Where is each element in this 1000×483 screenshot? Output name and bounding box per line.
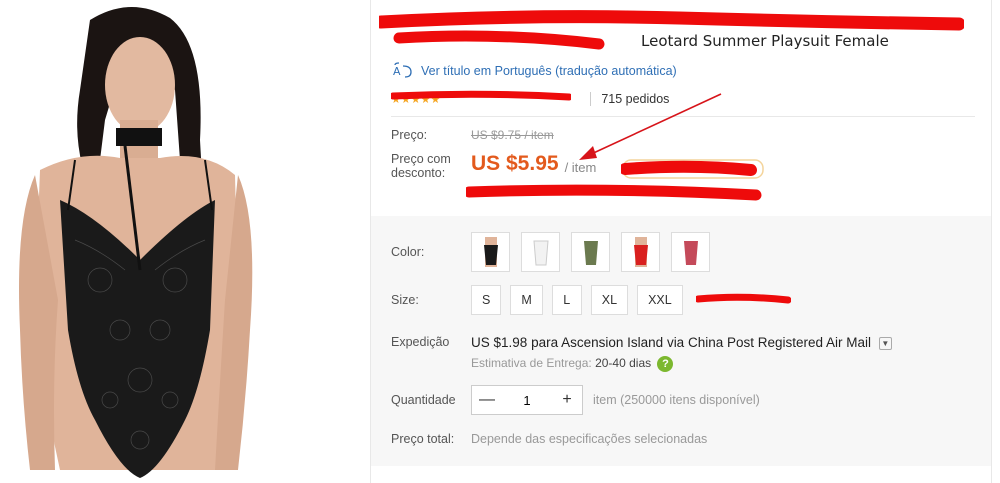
color-option-black[interactable]: [471, 232, 510, 272]
translate-link-row[interactable]: A Ver título em Português (tradução auto…: [391, 62, 677, 80]
shipping-destination: Ascension Island: [561, 335, 664, 350]
product-title-visible-text: Leotard Summer Playsuit Female: [641, 32, 889, 50]
total-price-row: Preço total: Depende das especificações …: [391, 432, 707, 446]
product-main-image[interactable]: [0, 0, 300, 483]
price-label: Preço:: [391, 128, 428, 142]
quantity-stepper: — +: [471, 385, 583, 415]
shipping-carrier: China Post Registered Air Mail: [687, 335, 872, 350]
shipping-text-para: para: [531, 335, 559, 350]
discount-price: US $5.95: [471, 152, 559, 175]
product-title-area: Leotard Summer Playsuit Female: [391, 8, 981, 52]
quantity-row: Quantidade — + item (250000 itens dispon…: [391, 385, 760, 415]
color-option-wine-red[interactable]: [671, 232, 710, 272]
color-row: Color:: [391, 232, 721, 272]
original-price: US $9.75 / item: [471, 128, 554, 142]
orders-count: 715 pedidos: [601, 92, 670, 106]
color-label: Color:: [391, 245, 425, 259]
translate-link[interactable]: Ver título em Português (tradução automá…: [421, 64, 677, 78]
color-option-white[interactable]: [521, 232, 560, 272]
shipping-row: Expedição US $1.98 para Ascension Island…: [391, 335, 892, 372]
quantity-label: Quantidade: [391, 393, 456, 407]
size-option-xxl[interactable]: XXL: [637, 285, 683, 315]
plus-icon[interactable]: +: [552, 391, 582, 409]
rating-row: ★★★★★ 715 pedidos: [391, 88, 981, 110]
redaction-scribble-price: [621, 159, 764, 179]
svg-text:A: A: [393, 65, 401, 78]
star-icon[interactable]: ★★★★★: [391, 93, 440, 106]
per-item-unit: / item: [564, 160, 597, 175]
product-info-panel: Leotard Summer Playsuit Female A Ver tít…: [370, 0, 992, 483]
discount-price-row: Preço com desconto: US $5.95 / item: [391, 152, 596, 180]
question-mark-icon[interactable]: ?: [657, 356, 674, 372]
color-option-army-green[interactable]: [571, 232, 610, 272]
price-row: Preço: US $9.75 / item: [391, 128, 554, 142]
size-option-l[interactable]: L: [551, 285, 582, 315]
delivery-estimate-days: 20-40 dias: [595, 356, 652, 371]
redaction-scribble-coupon: [466, 184, 762, 201]
stock-available: item (250000 itens disponível): [593, 393, 760, 407]
total-price-label: Preço total:: [391, 432, 455, 446]
shipping-details[interactable]: US $1.98 para Ascension Island via China…: [471, 335, 892, 350]
delivery-estimate: Estimativa de Entrega: 20-40 dias ?: [471, 356, 892, 372]
size-label: Size:: [391, 293, 419, 307]
translate-icon: A: [393, 62, 412, 78]
chevron-down-icon[interactable]: ▼: [878, 336, 892, 350]
shipping-text-via: via: [666, 335, 685, 350]
divider: [391, 116, 975, 117]
total-price-value: Depende das especificações selecionadas: [471, 432, 708, 446]
minus-icon[interactable]: —: [472, 391, 502, 409]
shipping-price: US $1.98: [471, 335, 528, 350]
size-option-m[interactable]: M: [510, 285, 543, 315]
delivery-estimate-label: Estimativa de Entrega:: [471, 356, 592, 371]
rating-separator: [590, 92, 592, 106]
size-row: Size: S M L XL XXL: [391, 285, 692, 315]
shipping-label: Expedição: [391, 335, 450, 349]
discount-price-label: Preço com desconto:: [391, 152, 451, 180]
quantity-input[interactable]: [502, 392, 552, 408]
product-title[interactable]: Leotard Summer Playsuit Female: [391, 8, 981, 52]
size-option-s[interactable]: S: [471, 285, 502, 315]
size-option-xl[interactable]: XL: [590, 285, 629, 315]
color-option-red[interactable]: [621, 232, 660, 272]
